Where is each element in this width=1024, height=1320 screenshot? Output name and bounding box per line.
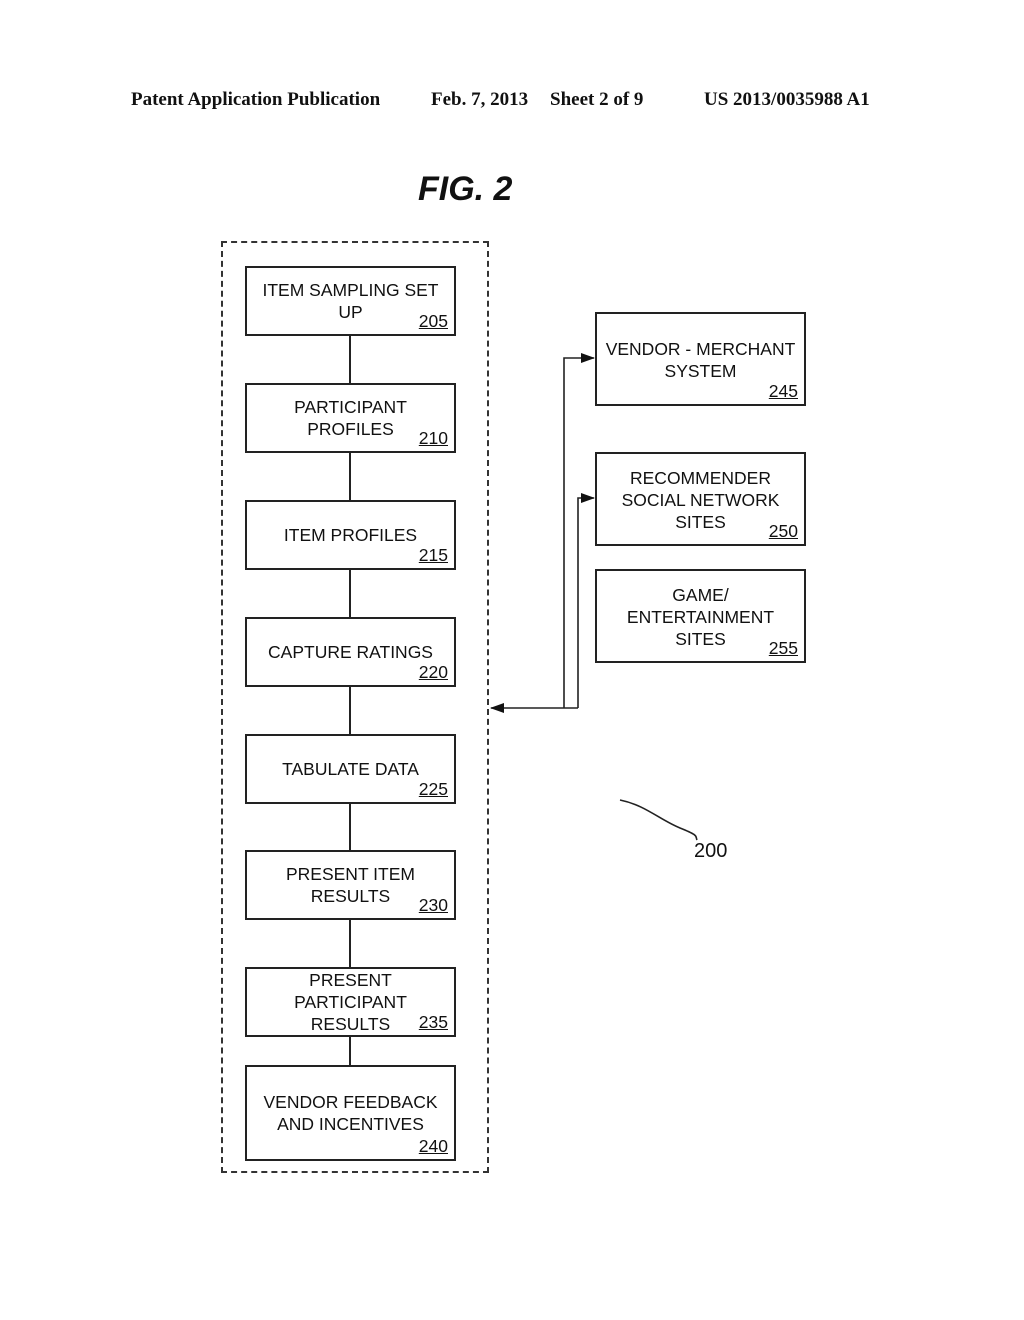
step-label-line: PRESENT ITEM xyxy=(285,864,415,884)
reference-leader-line xyxy=(619,799,698,841)
step-item-sampling-set-up: ITEM SAMPLING SET UP 205 xyxy=(245,266,456,336)
step-ref-number: 220 xyxy=(418,662,448,682)
step-label-line: PARTICIPANT xyxy=(294,397,407,417)
step-ref-number: 225 xyxy=(418,779,448,799)
step-ref-number: 235 xyxy=(418,1012,448,1032)
step-vendor-feedback-and-incentives: VENDOR FEEDBACK AND INCENTIVES 240 xyxy=(245,1065,456,1161)
step-item-profiles: ITEM PROFILES 215 xyxy=(245,500,456,570)
step-present-participant-results: PRESENT PARTICIPANT RESULTS 235 xyxy=(245,967,456,1037)
system-vendor-merchant: VENDOR - MERCHANT SYSTEM 245 xyxy=(595,312,806,406)
step-label-line: ITEM PROFILES xyxy=(283,525,418,545)
step-label-line: VENDOR FEEDBACK xyxy=(263,1092,438,1112)
system-recommender-social-network-sites: RECOMMENDER SOCIAL NETWORK SITES 250 xyxy=(595,452,806,546)
step-ref-number: 215 xyxy=(418,545,448,565)
system-label-line: VENDOR - MERCHANT xyxy=(605,339,796,359)
step-ref-number: 205 xyxy=(418,311,448,331)
system-ref-number: 250 xyxy=(768,521,798,541)
figure-reference-number: 200 xyxy=(694,840,728,862)
system-label-line: RECOMMENDER xyxy=(630,468,771,488)
system-label-line: SOCIAL NETWORK xyxy=(621,490,780,510)
system-ref-number: 245 xyxy=(768,381,798,401)
step-label-line: AND INCENTIVES xyxy=(277,1114,424,1134)
system-ref-number: 255 xyxy=(768,638,798,658)
step-label-line: PARTICIPANT xyxy=(294,992,407,1012)
step-label-line: CAPTURE RATINGS xyxy=(268,642,433,662)
step-present-item-results: PRESENT ITEM RESULTS 230 xyxy=(245,850,456,920)
step-label-line: PRESENT xyxy=(309,970,392,990)
step-label-line: TABULATE DATA xyxy=(282,759,419,779)
step-ref-number: 210 xyxy=(418,428,448,448)
step-participant-profiles: PARTICIPANT PROFILES 210 xyxy=(245,383,456,453)
system-game-entertainment-sites: GAME/ ENTERTAINMENT SITES 255 xyxy=(595,569,806,663)
step-tabulate-data: TABULATE DATA 225 xyxy=(245,734,456,804)
system-label-line: GAME/ xyxy=(672,585,729,605)
connector-to-recommender-sites xyxy=(577,493,595,708)
step-ref-number: 240 xyxy=(418,1136,448,1156)
system-label-line: ENTERTAINMENT xyxy=(626,607,775,627)
connector-layer xyxy=(349,336,698,1065)
step-label-line: ITEM SAMPLING SET xyxy=(262,280,439,300)
step-capture-ratings: CAPTURE RATINGS 220 xyxy=(245,617,456,687)
step-ref-number: 230 xyxy=(418,895,448,915)
system-label-line: SYSTEM xyxy=(664,361,737,381)
connector-to-vendor-system xyxy=(563,353,595,708)
